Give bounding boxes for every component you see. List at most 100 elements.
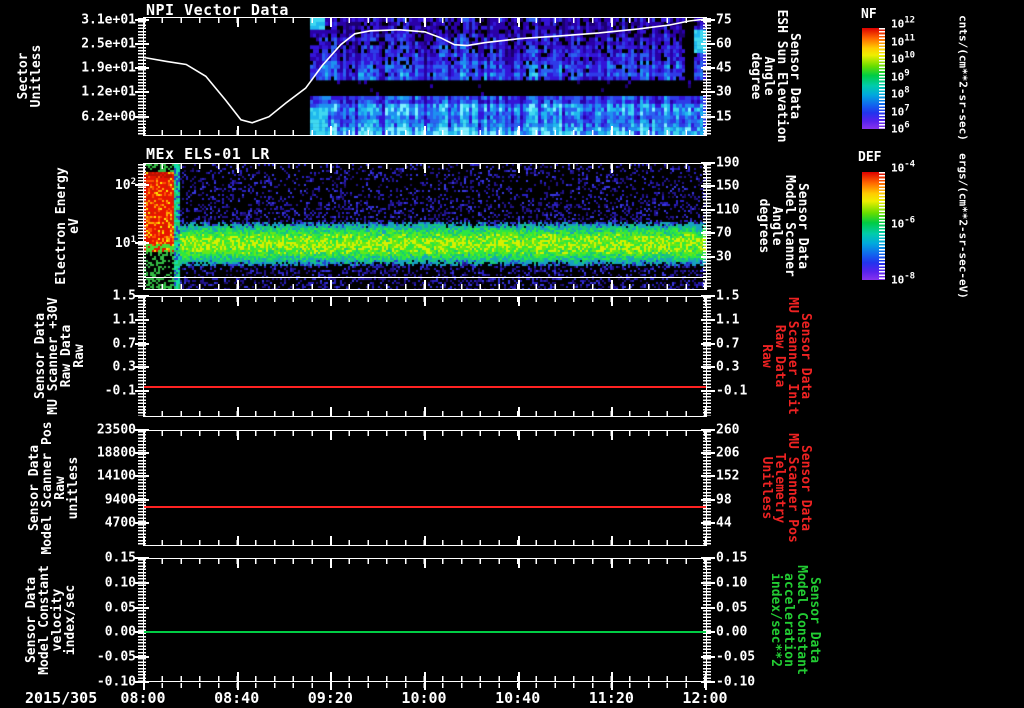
x-major-tick	[517, 280, 520, 289]
x-major-tick	[330, 672, 333, 681]
x-major-tick	[517, 126, 520, 135]
y-major-tick	[701, 389, 715, 392]
x-major-tick	[517, 164, 520, 173]
x-major-tick	[236, 407, 239, 416]
x-major-tick	[143, 164, 145, 173]
colorbar-tick-label: 1012	[891, 15, 916, 31]
y-major-tick	[135, 43, 149, 45]
x-major-tick	[705, 431, 707, 440]
constant-value-line	[144, 631, 706, 634]
y-major-tick	[135, 656, 149, 659]
y-tick-label-right: 110	[716, 202, 740, 218]
x-major-tick	[705, 559, 707, 568]
y-major-tick	[135, 429, 149, 431]
y-major-tick	[135, 452, 149, 455]
x-major-tick	[611, 672, 614, 681]
x-major-tick	[143, 407, 145, 416]
y-minor-ticks-left	[138, 164, 146, 289]
x-major-tick	[611, 18, 614, 27]
y-tick-label-left: 1.9e+01	[81, 60, 136, 76]
y-tick-label-left: -0.10	[96, 674, 136, 690]
axis-label-right: Sensor Data MU Scanner Pos Telemetry Unitle…	[759, 433, 813, 543]
axis-label-right: Sensor Data Model Constant acceleration ind…	[768, 565, 822, 675]
colorbar-nf-unit: cnts/(cm**2-sr-sec)	[956, 15, 970, 141]
y-tick-label-right: 60	[716, 36, 732, 52]
x-major-tick	[143, 559, 145, 568]
panel-model-constant-velocity	[143, 558, 707, 682]
x-major-tick	[236, 559, 239, 568]
axis-label-left: Sensor Data MU Scanner +30V Raw Data Raw	[33, 297, 87, 415]
y-major-tick	[701, 429, 715, 431]
x-major-tick	[424, 126, 426, 135]
y-minor-ticks-right	[703, 297, 711, 416]
y-major-tick	[701, 67, 715, 70]
axis-label-right: Sensor Data MU Scanner Init Raw Data Raw	[759, 297, 813, 415]
colorbar-tick-label: 106	[891, 120, 910, 136]
y-tick-label-right: 150	[716, 178, 740, 194]
axis-label-left: Electron Energy eV	[54, 167, 82, 285]
x-major-tick	[424, 407, 426, 416]
x-major-tick	[705, 280, 707, 289]
y-major-tick	[701, 18, 715, 21]
constant-value-line	[144, 385, 706, 388]
axis-label-left: Sector Unitless	[16, 44, 44, 108]
y-tick-label-right: -0.1	[716, 383, 748, 399]
x-major-tick	[517, 536, 520, 545]
x-major-tick	[143, 297, 145, 306]
y-tick-label-right: 30	[716, 84, 732, 100]
colorbar-minor-ticks	[879, 28, 885, 129]
y-major-tick	[701, 232, 715, 235]
y-major-tick	[135, 183, 149, 186]
y-major-tick	[701, 557, 715, 559]
y-major-tick	[701, 606, 715, 609]
colorbar-nf-title: NF	[861, 7, 877, 22]
y-major-tick	[135, 115, 149, 118]
panel-model-scanner-pos	[143, 430, 707, 546]
y-tick-label-right: 0.10	[716, 575, 748, 591]
x-major-tick	[424, 297, 426, 306]
y-major-tick	[135, 606, 149, 609]
x-major-tick	[611, 280, 614, 289]
y-major-tick	[701, 452, 715, 455]
x-major-tick	[705, 164, 707, 173]
x-major-tick	[424, 18, 426, 27]
panel-els-spectrogram	[143, 163, 707, 290]
y-tick-label-left: 2.5e+01	[81, 36, 136, 52]
x-major-tick	[517, 18, 520, 27]
y-minor-ticks-right	[703, 164, 711, 289]
y-tick-label-left: 3.1e+01	[81, 12, 136, 28]
y-tick-label-right: 45	[716, 60, 732, 76]
axis-label-left: Sensor Data Model Scanner Pos Raw unitless	[27, 421, 81, 555]
x-major-tick	[236, 536, 239, 545]
x-major-tick	[424, 559, 426, 568]
y-major-tick	[701, 521, 715, 524]
x-major-tick	[705, 297, 707, 306]
x-major-tick	[517, 672, 520, 681]
x-major-tick	[236, 297, 239, 306]
x-major-tick	[330, 559, 333, 568]
x-major-tick	[330, 280, 333, 289]
x-major-tick	[611, 164, 614, 173]
y-major-tick	[135, 498, 149, 501]
y-tick-label-right: 0.7	[716, 336, 740, 352]
y-tick-label-left: 6.2e+00	[81, 109, 136, 125]
x-major-tick	[236, 672, 239, 681]
y-major-tick	[701, 208, 715, 211]
y-tick-label-right: 190	[716, 155, 740, 171]
y-tick-label-right: -0.05	[716, 649, 756, 665]
colorbar-tick-label: 10-8	[891, 271, 916, 287]
time-tick-label: 12:00	[682, 689, 728, 707]
y-major-tick	[135, 521, 149, 524]
y-major-tick	[701, 115, 715, 118]
y-tick-label-right: 260	[716, 422, 740, 438]
y-tick-label-right: 44	[716, 515, 732, 531]
y-tick-label-right: 206	[716, 445, 740, 461]
x-major-tick	[611, 297, 614, 306]
x-major-tick	[143, 431, 145, 440]
y-tick-label-left: 1.2e+01	[81, 84, 136, 100]
y-major-tick	[701, 475, 715, 478]
sun-elevation-line	[144, 18, 706, 124]
x-major-tick	[330, 164, 333, 173]
time-tick-label: 11:20	[588, 689, 634, 707]
x-major-tick	[517, 431, 520, 440]
